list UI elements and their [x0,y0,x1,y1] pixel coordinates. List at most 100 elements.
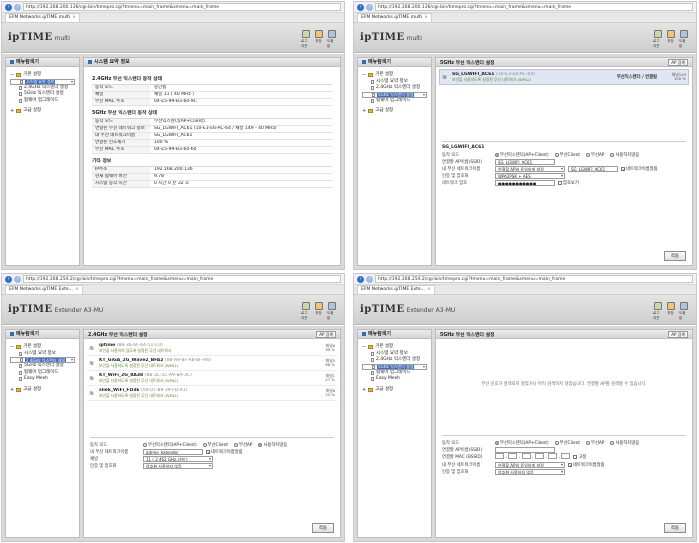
apply-button[interactable]: 적용 [663,523,686,533]
menu-item[interactable]: Easy Mesh [362,376,427,383]
mac-octet-field[interactable] [495,453,504,459]
url-field[interactable]: http://192.168.200.136/cgi-bin/timepro.c… [23,3,341,11]
back-arrow-icon[interactable]: ‹ [5,275,12,283]
menu-item[interactable]: 5GHz 익스텐더 설정 [362,91,427,98]
expand-icon[interactable]: + [362,387,366,394]
ssid-text-field[interactable]: SG_LGWIFI_AC61 [568,165,618,172]
ap-row[interactable]: ≋ KT_WiFi_2G_8A38 (88-3C-1C-A9-8A-3C) 보안을 … [87,371,337,386]
menu-item[interactable]: 5GHz 익스텐더 설정 [362,363,427,370]
ap-scan-button[interactable]: AP 검색 [668,330,688,338]
menu-item[interactable]: 펌웨어 업그레이드 [10,98,75,105]
logout-button[interactable]: 로그아웃 [301,302,310,321]
text-field[interactable]: iptime_extender [143,448,203,455]
browser-tab[interactable]: EFM Networks ipTIME Exte... × [5,285,83,294]
mode-radio[interactable]: 사용하지않음 [610,440,639,446]
expand-icon[interactable]: + [362,108,366,115]
save-button[interactable]: 저장 [666,302,675,321]
back-arrow-icon[interactable]: ‹ [5,3,12,11]
ap-scan-button[interactable]: AP 검색 [316,330,336,338]
mode-radio[interactable]: 무선익스텐더(AP+Client) [495,440,549,446]
forward-arrow-icon[interactable]: › [14,3,21,11]
close-tab-icon[interactable]: × [72,14,76,22]
logout-button[interactable]: 로그아웃 [653,302,662,321]
ap-row[interactable]: ≋ sliek_WiFi_FD3E (00-07-89-39-FD-41) 보안을 … [87,386,337,401]
help-button[interactable]: 도움말 [327,30,336,49]
ap-row[interactable]: ≋ SG_LGWIFI_AC61 (10-E3-E6-AC-64) 보안을 사용하도… [439,69,689,85]
text-field[interactable]: ●●●●●●●●●●● [495,179,555,186]
mac-octet-field[interactable] [548,453,558,459]
page-icon [19,370,22,375]
text-field[interactable] [495,446,555,453]
apply-button[interactable]: 적용 [311,523,334,533]
menu-item[interactable]: Easy Mesh [10,376,75,383]
menu-group-advanced[interactable]: + 고급 설정 [10,387,75,394]
help-button[interactable]: 도움말 [679,30,688,49]
mac-octet-field[interactable] [508,453,518,459]
menu-item[interactable]: 펌웨어 업그레이드 [362,98,427,105]
collapse-icon[interactable]: − [10,344,14,351]
checkbox[interactable]: ✓ 네트워크이름알림 [621,166,658,172]
save-button[interactable]: 저장 [666,30,675,49]
select-field[interactable]: 연결할 AP와 동일하게 설정 [495,165,565,172]
forward-arrow-icon[interactable]: › [366,275,373,283]
mac-octet-field[interactable] [521,453,531,459]
collapse-icon[interactable]: − [362,344,366,351]
help-icon [679,302,688,310]
mode-radio[interactable]: 무선익스텐더(AP+Client) [143,442,197,448]
back-arrow-icon[interactable]: ‹ [357,3,364,11]
menu-item[interactable]: 시스템 요약 정보 [10,78,75,85]
help-button[interactable]: 도움말 [327,302,336,321]
url-field[interactable]: http://192.168.254.2/cgi-bin/timepro.cgi… [23,275,341,283]
mac-octet-field[interactable] [561,453,571,459]
mode-radio[interactable]: 무선Client [554,152,580,158]
mode-radio[interactable]: 무선Client [202,442,228,448]
checkbox[interactable]: ✓ 네트워크이름알림 [568,462,605,468]
mode-radio[interactable]: 사용하지않음 [258,442,287,448]
text-field[interactable]: SG_LGWIFI_AC61 [495,158,555,165]
mode-radio[interactable]: 무선AP [234,442,252,448]
checkbox[interactable]: 고정 [573,454,586,460]
apply-button[interactable]: 적용 [663,251,686,261]
checkbox[interactable]: ✓ 네트워크이름알림 [206,449,243,455]
close-tab-icon[interactable]: × [75,286,79,294]
ap-scan-button[interactable]: AP 검색 [668,58,688,66]
logout-button[interactable]: 로그아웃 [653,30,662,49]
url-field[interactable]: http://192.168.254.2/cgi-bin/timepro.cgi… [375,275,693,283]
mode-radio[interactable]: 무선Client [554,440,580,446]
expand-icon[interactable]: + [10,387,14,394]
checkbox[interactable]: 암호보기 [558,180,579,186]
mac-octet-field[interactable] [534,453,544,459]
forward-arrow-icon[interactable]: › [366,3,373,11]
browser-tab[interactable]: EFM Networks ipTIME Exte... × [357,285,435,294]
mode-radio[interactable]: 무선AP [586,152,604,158]
ap-row[interactable]: ≋ KT_GiGA_2G_Wave2_BFA2 (88-A9-8F-A8-BF-A… [87,356,337,371]
menu-group-advanced[interactable]: + 고급 설정 [362,108,427,115]
help-button[interactable]: 도움말 [679,302,688,321]
field-label: 인증 및 암호화 [442,469,469,475]
mode-radio[interactable]: 사용하지않음 [610,152,639,158]
save-button[interactable]: 저장 [314,302,323,321]
browser-tab[interactable]: EFM Networks ipTIME multi × [5,13,80,22]
close-tab-icon[interactable]: × [427,286,431,294]
select-field[interactable]: 11 ( 2.462 GHz,상위 ) [143,455,213,462]
forward-arrow-icon[interactable]: › [14,275,21,283]
menu-group-advanced[interactable]: + 고급 설정 [10,108,75,115]
menu-group-advanced[interactable]: + 고급 설정 [362,387,427,394]
menu-item[interactable]: 2.4GHz 익스텐더 설정 [10,357,75,363]
expand-icon[interactable]: + [10,108,14,115]
mode-radio[interactable]: 무선AP [586,440,604,446]
collapse-icon[interactable]: − [362,72,366,79]
select-field[interactable]: WPA2PSK + AES [495,172,565,179]
ap-row[interactable]: ≋ iptime (88-36-6F-64-51-C0) 보안을 사용하지 않도록 … [87,341,337,356]
close-tab-icon[interactable]: × [424,14,428,22]
mode-radio[interactable]: 무선익스텐더(AP+Client) [495,152,549,158]
mac-input[interactable]: - - - - - [495,453,571,461]
browser-tab[interactable]: EFM Networks ipTIME multi × [357,13,432,22]
select-field[interactable]: 암호화 사용하지 않음 [495,468,565,475]
save-button[interactable]: 저장 [314,30,323,49]
select-field[interactable]: 연결할 AP와 동일하게 설정 [495,461,565,468]
back-arrow-icon[interactable]: ‹ [357,275,364,283]
select-field[interactable]: 암호화 사용하지 않음 [143,462,213,469]
url-field[interactable]: http://192.168.200.136/cgi-bin/timepro.c… [375,3,693,11]
logout-button[interactable]: 로그아웃 [301,30,310,49]
